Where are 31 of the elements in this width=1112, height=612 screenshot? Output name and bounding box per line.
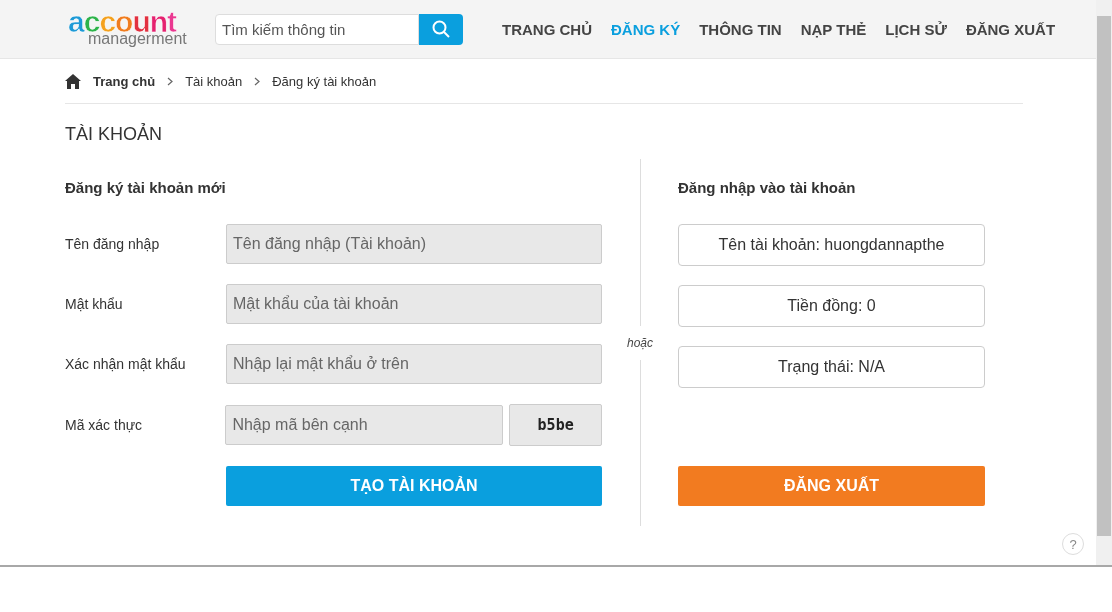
field-label: Mật khẩu bbox=[65, 296, 124, 312]
nav-link[interactable]: TRANG CHỦ bbox=[502, 20, 592, 38]
nav-link[interactable]: LỊCH SỬ bbox=[885, 20, 947, 38]
search-field[interactable]: Tìm kiếm thông tin bbox=[215, 13, 419, 45]
input-field[interactable]: Tên đăng nhập (Tài khoản) bbox=[226, 224, 602, 264]
search-button[interactable] bbox=[419, 13, 463, 45]
nav-link[interactable]: THÔNG TIN bbox=[699, 20, 782, 38]
field-label: Tên đăng nhập bbox=[65, 236, 161, 252]
page-title: TÀI KHOẢN bbox=[65, 124, 163, 145]
or-text: hoặc bbox=[627, 334, 653, 352]
info-box: Tên tài khoản: huongdannapthe bbox=[678, 224, 985, 266]
input-field[interactable]: Nhập mã bên cạnh bbox=[225, 405, 504, 445]
info-box: Tiền đồng: 0 bbox=[678, 285, 985, 327]
section-heading: Đăng nhập vào tài khoản bbox=[678, 179, 857, 196]
field-label: Xác nhận mật khẩu bbox=[65, 356, 187, 372]
scrollbar-thumb[interactable] bbox=[1097, 16, 1111, 536]
nav-link[interactable]: NẠP THẺ bbox=[800, 20, 867, 38]
home-icon[interactable] bbox=[65, 73, 81, 89]
field-label: Mã xác thực bbox=[65, 417, 144, 433]
breadcrumb-link[interactable]: Đăng ký tài khoản bbox=[272, 73, 377, 89]
chevron-icon bbox=[167, 76, 174, 86]
captcha-code: b5be bbox=[509, 404, 602, 446]
input-field[interactable]: Mật khẩu của tài khoản bbox=[226, 284, 602, 324]
input-field[interactable]: Nhập lại mật khẩu ở trên bbox=[226, 344, 602, 384]
breadcrumb-link[interactable]: Trang chủ bbox=[93, 73, 156, 89]
breadcrumb-link[interactable]: Tài khoản bbox=[185, 73, 243, 89]
info-box: Trạng thái: N/A bbox=[678, 346, 985, 388]
nav-link[interactable]: ĐĂNG XUẤT bbox=[965, 20, 1056, 38]
chevron-icon bbox=[254, 76, 261, 86]
section-heading: Đăng ký tài khoản mới bbox=[65, 179, 227, 196]
search-icon bbox=[432, 20, 450, 38]
